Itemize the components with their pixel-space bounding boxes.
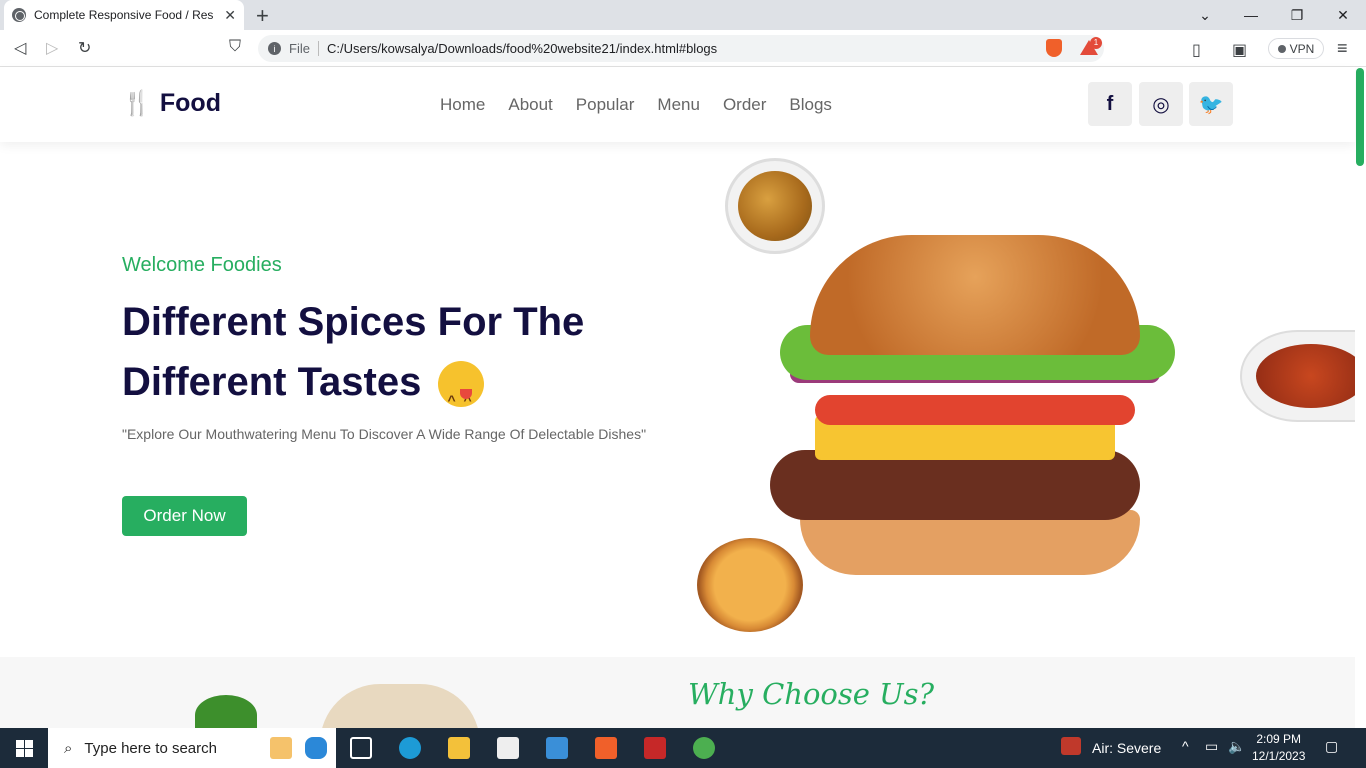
edge-icon[interactable] [399, 737, 421, 759]
nav-blogs[interactable]: Blogs [789, 95, 832, 115]
minimize-button[interactable]: — [1228, 0, 1274, 30]
twitter-icon[interactable]: 🐦 [1189, 82, 1233, 126]
why-choose-title: Why Choose Us? [688, 677, 935, 711]
vpn-label: VPN [1289, 41, 1315, 56]
new-tab-button[interactable]: + [256, 3, 269, 29]
facebook-icon[interactable]: f [1088, 82, 1132, 126]
task-view-icon[interactable] [350, 737, 372, 759]
bottle-app-icon[interactable] [305, 737, 327, 759]
burger-image [770, 235, 1180, 580]
dev-cpp-icon[interactable] [644, 737, 666, 759]
wallet-icon[interactable]: ▣ [1232, 40, 1247, 60]
bookmark-icon[interactable]: ⛉ [229, 38, 241, 56]
back-button[interactable]: ◁ [14, 38, 26, 58]
burger-top-bun [810, 235, 1140, 355]
mail-icon[interactable] [546, 737, 568, 759]
sidebar-icon[interactable]: ▯ [1192, 40, 1201, 60]
clock-time: 2:09 PM [1256, 732, 1302, 746]
microsoft-store-icon[interactable] [497, 737, 519, 759]
nav-order[interactable]: Order [723, 95, 766, 115]
address-bar[interactable]: i File C:/Users/kowsalya/Downloads/food%… [258, 35, 1104, 62]
why-choose-section: Why Choose Us? [0, 657, 1355, 744]
notifications-icon[interactable]: ▢ [1325, 738, 1338, 755]
search-icon: ⌕ [64, 739, 73, 757]
url-text[interactable]: C:/Users/kowsalya/Downloads/food%20websi… [327, 41, 717, 56]
vpn-button[interactable]: VPN [1268, 38, 1324, 59]
nav-menu[interactable]: Menu [657, 95, 700, 115]
weather-status[interactable]: Air: Severe [1092, 740, 1161, 756]
order-now-button[interactable]: Order Now [122, 496, 247, 536]
taskbar-clock[interactable]: 2:09 PM 12/1/2023 [1252, 731, 1305, 765]
hero-title: Different Spices For The Different Taste… [122, 292, 662, 430]
instagram-icon[interactable]: ◎ [1139, 82, 1183, 126]
scheme-label: File [289, 41, 319, 56]
nav-about[interactable]: About [508, 95, 552, 115]
close-window-button[interactable]: ✕ [1320, 0, 1366, 30]
vpn-status-icon [1277, 44, 1286, 53]
clock-date: 12/1/2023 [1252, 749, 1306, 763]
browser-toolbar: ◁ ▷ ↻ ⛉ i File C:/Users/kowsalya/Downloa… [0, 30, 1366, 67]
hero-welcome: Welcome Foodies [122, 254, 282, 276]
browser-tab-bar: Complete Responsive Food / Res ✕ + ⌄ — ❐… [0, 0, 1366, 30]
battery-icon[interactable]: ▭ [1205, 738, 1218, 755]
globe-icon [12, 8, 26, 22]
yum-emoji-icon [438, 361, 485, 430]
menu-icon[interactable]: ≡ [1337, 38, 1348, 59]
brave-browser-icon[interactable] [595, 737, 617, 759]
windows-start-icon[interactable] [16, 740, 33, 757]
tray-chevron-icon[interactable]: ^ [1182, 738, 1189, 754]
utensils-icon: 🍴 [122, 90, 152, 117]
volume-icon[interactable]: 🔈 [1228, 738, 1245, 755]
chicken-plate-image [1240, 330, 1355, 422]
info-icon[interactable]: i [268, 42, 281, 55]
notes-app-icon[interactable] [270, 737, 292, 759]
windows-taskbar: ⌕ Type here to search Air: Severe ^ ▭ 🔈 … [0, 728, 1366, 768]
nav-popular[interactable]: Popular [576, 95, 635, 115]
tab-title: Complete Responsive Food / Res [34, 8, 214, 22]
file-explorer-icon[interactable] [448, 737, 470, 759]
main-nav: Home About Popular Menu Order Blogs [440, 95, 832, 115]
nav-home[interactable]: Home [440, 95, 485, 115]
hero-title-line2: Different Tastes [122, 360, 422, 404]
rewards-badge: 1 [1090, 37, 1102, 49]
site-logo[interactable]: 🍴 Food [122, 89, 221, 118]
tab-search-chevron-icon[interactable]: ⌄ [1182, 0, 1228, 30]
burger-tomato [815, 395, 1135, 425]
site-header: 🍴 Food Home About Popular Menu Order Blo… [0, 67, 1355, 142]
chrome-icon[interactable] [693, 737, 715, 759]
taskbar-search[interactable]: ⌕ Type here to search [48, 728, 336, 768]
page-scrollbar[interactable] [1356, 68, 1364, 166]
hero-title-line1: Different Spices For The [122, 300, 585, 344]
forward-button[interactable]: ▷ [46, 38, 58, 58]
burger-patty [770, 450, 1140, 520]
close-tab-icon[interactable]: ✕ [224, 7, 236, 24]
air-quality-icon [1061, 737, 1081, 755]
logo-text: Food [159, 89, 221, 117]
taskbar-search-placeholder: Type here to search [84, 739, 217, 757]
brave-shield-icon[interactable] [1046, 39, 1062, 57]
pizza-image [697, 538, 803, 632]
browser-tab[interactable]: Complete Responsive Food / Res ✕ [4, 0, 244, 30]
maximize-button[interactable]: ❐ [1274, 0, 1320, 30]
hero-description: "Explore Our Mouthwatering Menu To Disco… [122, 426, 647, 442]
reload-button[interactable]: ↻ [78, 38, 91, 58]
